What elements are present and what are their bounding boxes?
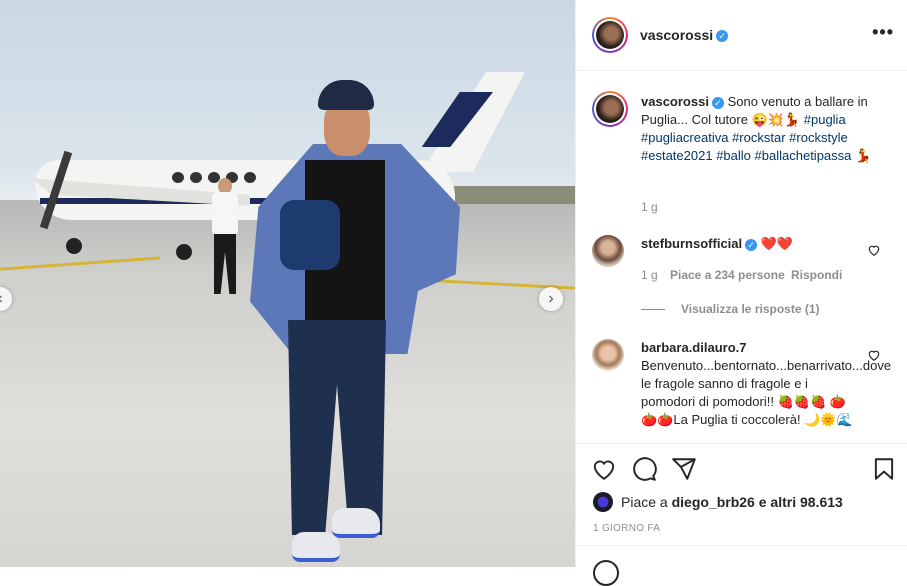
post-caption: vascorossi ✓ Sono venuto a ballare in Pug…	[641, 93, 886, 165]
comment-username[interactable]: barbara.dilauro.7	[641, 340, 746, 355]
plane-window	[190, 172, 202, 183]
commenter-avatar[interactable]	[592, 339, 624, 371]
add-comment-area[interactable]	[576, 545, 907, 586]
comment-username[interactable]: stefburnsofficial	[641, 236, 742, 251]
comment-age[interactable]: 1 g	[641, 268, 658, 282]
chevron-left-icon: ‹	[0, 290, 3, 308]
bookmark-icon[interactable]	[871, 456, 897, 482]
likes-summary[interactable]: Piace a diego_brb26 e altri 98.613	[593, 492, 843, 512]
hashtag[interactable]: #rockstyle	[789, 130, 848, 145]
post-header: vascorossi ✓ •••	[576, 0, 907, 71]
man-figure	[250, 80, 465, 567]
author-avatar[interactable]	[592, 17, 628, 53]
view-replies-label: Visualizza le risposte (1)	[681, 302, 820, 316]
pilot-figure	[208, 178, 240, 296]
caption-end-emoji: 💃	[855, 148, 872, 163]
caption-username[interactable]: vascorossi	[641, 94, 709, 109]
hashtag[interactable]: #rockstar	[732, 130, 785, 145]
chevron-right-icon: ›	[548, 290, 554, 307]
heart-icon[interactable]	[591, 456, 617, 482]
likes-count[interactable]: e altri 98.613	[759, 494, 843, 510]
plane-window	[172, 172, 184, 183]
heart-icon[interactable]	[867, 243, 881, 257]
likes-prefix: Piace a	[621, 494, 668, 510]
comment-icon[interactable]	[631, 456, 657, 482]
hashtag[interactable]: #estate2021	[641, 148, 713, 163]
comment-text: Benvenuto...bentornato...benarrivato...d…	[641, 358, 892, 427]
comment: barbara.dilauro.7 Benvenuto...bentornato…	[641, 339, 891, 429]
post-timestamp[interactable]: 1 GIORNO FA	[593, 523, 660, 534]
hashtag[interactable]: #ballachetipassa	[755, 148, 852, 163]
emoji-icon[interactable]	[593, 560, 619, 586]
post-actions: Piace a diego_brb26 e altri 98.613 1 GIO…	[576, 443, 907, 586]
hashtag[interactable]: #pugliacreativa	[641, 130, 728, 145]
hashtag[interactable]: #puglia	[804, 112, 846, 127]
paper-plane-icon[interactable]	[671, 456, 697, 482]
reply-button[interactable]: Rispondi	[791, 268, 842, 282]
caption-avatar[interactable]	[592, 91, 628, 127]
liker-avatar[interactable]	[593, 492, 613, 512]
plane-wheel	[66, 238, 82, 254]
hashtag[interactable]: #ballo	[716, 148, 751, 163]
comment-likes[interactable]: Piace a 234 persone	[670, 268, 785, 282]
likes-user[interactable]: diego_brb26	[672, 494, 755, 510]
commenter-avatar[interactable]	[592, 235, 624, 267]
heart-icon[interactable]	[867, 348, 881, 362]
verified-badge-icon: ✓	[745, 238, 758, 251]
carousel-next-button[interactable]: ›	[539, 287, 563, 311]
comment-text: ❤️❤️	[760, 236, 794, 251]
more-options-icon[interactable]: •••	[872, 22, 894, 43]
post-photo[interactable]: ‹ ›	[0, 0, 575, 567]
view-replies-button[interactable]: Visualizza le risposte (1)	[641, 302, 820, 316]
caption-age[interactable]: 1 g	[641, 200, 658, 214]
plane-wheel	[176, 244, 192, 260]
verified-badge-icon: ✓	[711, 96, 724, 109]
comment: stefburnsofficial ✓ ❤️❤️	[641, 235, 871, 253]
verified-badge-icon: ✓	[716, 30, 729, 43]
post-side-panel: vascorossi ✓ ••• vascorossi ✓ Sono venuto …	[575, 0, 907, 586]
author-username[interactable]: vascorossi	[640, 27, 713, 43]
comments-list: vascorossi ✓ Sono venuto a ballare in Pug…	[576, 71, 907, 443]
